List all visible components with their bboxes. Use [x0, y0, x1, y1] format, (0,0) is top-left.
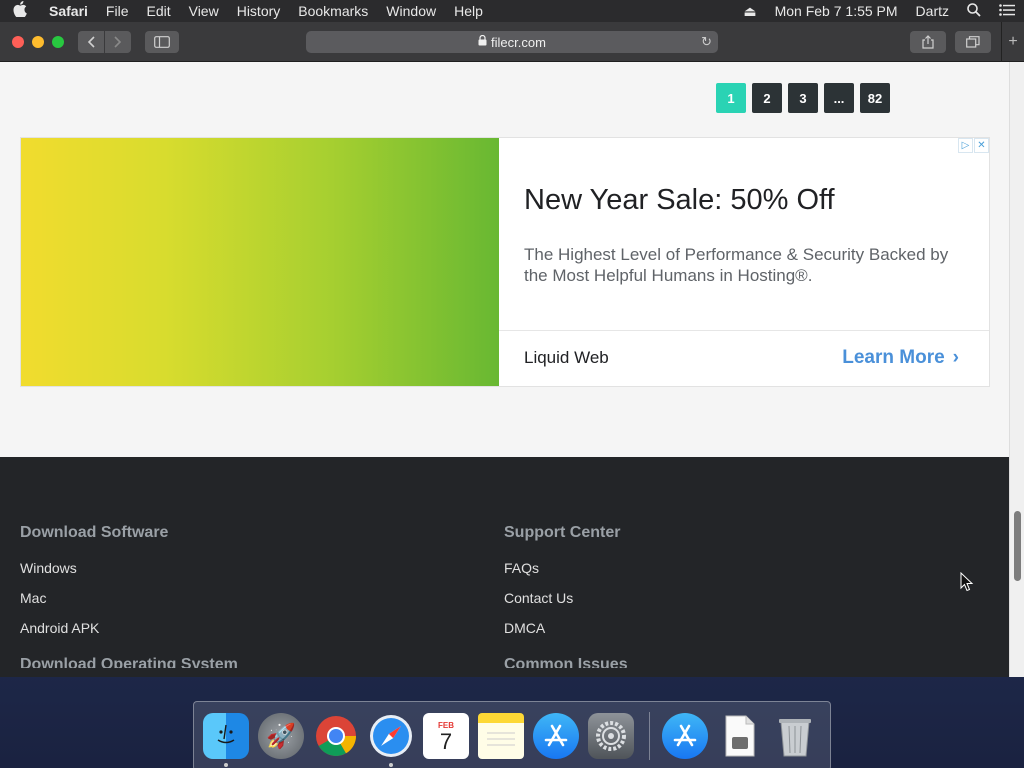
- footer-support-column: Support Center FAQs Contact Us DMCA Comm…: [504, 524, 628, 668]
- footer-download-heading: Download Software: [20, 524, 169, 541]
- safari-icon[interactable]: [368, 713, 414, 767]
- app-store-downloads-icon[interactable]: [662, 713, 708, 759]
- launchpad-icon[interactable]: 🚀: [258, 713, 304, 759]
- ad-cta-label: Learn More: [842, 347, 945, 368]
- finder-icon[interactable]: [203, 713, 249, 767]
- scrollbar-thumb[interactable]: [1014, 511, 1021, 581]
- footer-os-heading: Download Operating System: [20, 656, 238, 668]
- back-button[interactable]: [78, 30, 104, 53]
- footer-link-contact-us[interactable]: Contact Us: [504, 590, 628, 606]
- running-indicator: [224, 763, 228, 767]
- footer-download-column: Download Software Windows Mac Android AP…: [20, 524, 238, 668]
- page-2-button[interactable]: 2: [752, 83, 782, 113]
- menu-history[interactable]: History: [228, 3, 290, 19]
- ad-image[interactable]: [21, 138, 499, 386]
- notification-center-icon[interactable]: [990, 3, 1024, 19]
- share-icon: [922, 35, 934, 49]
- footer-link-windows[interactable]: Windows: [20, 560, 238, 576]
- calendar-day: 7: [439, 728, 453, 754]
- menu-file[interactable]: File: [97, 3, 138, 19]
- dock-separator: [649, 712, 650, 760]
- menu-app-name[interactable]: Safari: [40, 3, 97, 19]
- ad-learn-more-link[interactable]: Learn More ›: [842, 347, 959, 369]
- sidebar-icon: [154, 35, 170, 48]
- page-viewport: 1 2 3 ... 82 ▷ ✕ New Year Sale: 50% Off …: [0, 62, 1009, 677]
- dock: 🚀 FEB 7: [193, 701, 831, 768]
- footer-link-android-apk[interactable]: Android APK: [20, 620, 238, 636]
- calendar-icon[interactable]: FEB 7: [423, 713, 469, 759]
- spotlight-search-icon[interactable]: [958, 2, 990, 20]
- ad-title[interactable]: New Year Sale: 50% Off: [524, 184, 835, 217]
- ad-brand: Liquid Web: [524, 348, 609, 367]
- app-store-icon[interactable]: [533, 713, 579, 759]
- tabs-overview-icon: [966, 36, 980, 48]
- chrome-icon[interactable]: [313, 713, 359, 759]
- menu-bookmarks[interactable]: Bookmarks: [289, 3, 377, 19]
- menu-help[interactable]: Help: [445, 3, 492, 19]
- menu-user[interactable]: Dartz: [907, 3, 958, 19]
- footer-link-dmca[interactable]: DMCA: [504, 620, 628, 636]
- sidebar-toggle-button[interactable]: [145, 30, 179, 53]
- page-1-button[interactable]: 1: [716, 83, 746, 113]
- close-window-button[interactable]: [12, 35, 24, 48]
- menu-edit[interactable]: Edit: [137, 3, 179, 19]
- ad-description: The Highest Level of Performance & Secur…: [524, 245, 949, 285]
- site-footer: Download Software Windows Mac Android AP…: [0, 457, 1009, 677]
- footer-support-heading: Support Center: [504, 524, 621, 541]
- fullscreen-window-button[interactable]: [52, 35, 64, 48]
- address-bar[interactable]: filecr.com ↻: [306, 31, 718, 53]
- share-button[interactable]: [910, 31, 946, 53]
- mouse-cursor-icon: [960, 572, 974, 592]
- menu-clock[interactable]: Mon Feb 7 1:55 PM: [766, 3, 907, 19]
- reload-icon[interactable]: ↻: [701, 34, 712, 50]
- running-indicator: [389, 763, 393, 767]
- trash-icon[interactable]: [772, 713, 818, 759]
- url-text: filecr.com: [491, 34, 546, 50]
- ad-divider: [499, 330, 989, 331]
- show-tabs-button[interactable]: [955, 31, 991, 53]
- new-tab-button[interactable]: +: [1001, 22, 1024, 62]
- apple-menu-icon[interactable]: [0, 1, 40, 21]
- chevron-right-icon: [114, 35, 122, 48]
- plus-icon: +: [1008, 33, 1018, 50]
- menu-view[interactable]: View: [180, 3, 228, 19]
- chevron-left-icon: [87, 35, 95, 48]
- pagination: 1 2 3 ... 82: [716, 83, 890, 113]
- page-ellipsis-button[interactable]: ...: [824, 83, 854, 113]
- ad-banner[interactable]: ▷ ✕ New Year Sale: 50% Off The Highest L…: [20, 137, 990, 387]
- footer-link-faqs[interactable]: FAQs: [504, 560, 628, 576]
- page-scrollbar[interactable]: [1009, 62, 1024, 677]
- footer-common-issues-heading: Common Issues: [504, 656, 628, 668]
- lock-icon: [478, 34, 487, 49]
- document-icon[interactable]: [717, 713, 763, 759]
- page-last-button[interactable]: 82: [860, 83, 890, 113]
- ad-close-icon[interactable]: ✕: [974, 138, 989, 153]
- page-3-button[interactable]: 3: [788, 83, 818, 113]
- chevron-right-icon: ›: [952, 347, 959, 368]
- ad-choices-icon[interactable]: ▷: [958, 138, 973, 153]
- window-controls: [12, 35, 64, 48]
- system-preferences-icon[interactable]: [588, 713, 634, 759]
- eject-icon[interactable]: ⏏: [734, 3, 765, 20]
- minimize-window-button[interactable]: [32, 35, 44, 48]
- menu-bar: Safari File Edit View History Bookmarks …: [0, 0, 1024, 22]
- menu-window[interactable]: Window: [377, 3, 445, 19]
- notes-icon[interactable]: [478, 713, 524, 759]
- footer-link-mac[interactable]: Mac: [20, 590, 238, 606]
- browser-toolbar: filecr.com ↻ +: [0, 22, 1024, 62]
- forward-button[interactable]: [105, 30, 131, 53]
